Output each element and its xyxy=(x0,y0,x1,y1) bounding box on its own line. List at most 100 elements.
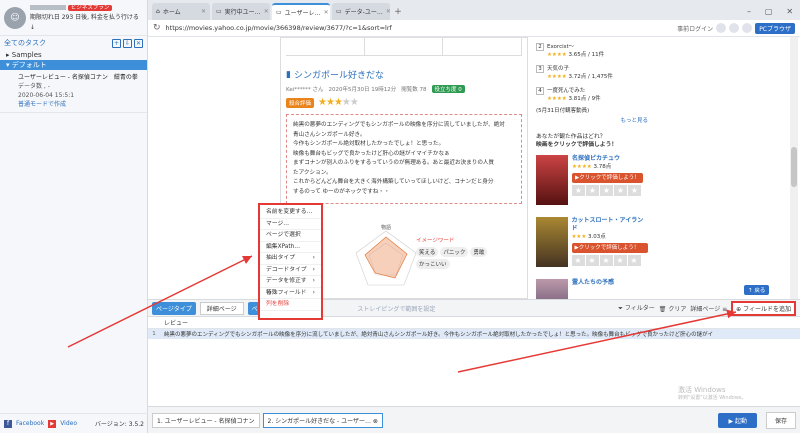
review-date: 2020年5月30日 19時12分 xyxy=(328,87,397,93)
rate-button[interactable]: ▶クリックで評価しよう！ xyxy=(572,173,643,183)
tab-user-review[interactable]: ▭ ユーザーレ… ✕ xyxy=(272,3,330,20)
task-date: 2020-06-04 15:5:1 xyxy=(18,92,75,99)
helpful-badge: 役立ち度 0 xyxy=(431,85,465,93)
sidebar-footer: f Facebook ▶ Video バージョン: 3.5.2 xyxy=(0,413,148,433)
movie-poster[interactable] xyxy=(536,155,568,205)
username-redacted xyxy=(29,4,66,10)
delete-icon[interactable]: ✕ xyxy=(134,38,143,48)
filter-icon: ⏷ xyxy=(618,305,623,312)
url-field[interactable]: https://movies.yahoo.co.jp/movie/366398/… xyxy=(166,24,673,32)
page-type-select[interactable]: 詳細ページ xyxy=(199,301,244,315)
keyword-chip: 勇敢 xyxy=(470,247,488,257)
import-icon[interactable]: ⇩ xyxy=(123,38,132,48)
keyword-chip: かっこいい xyxy=(416,259,450,269)
rank-item[interactable]: 3 天気の子 ★★★★ 3.72点 / 1,475件 xyxy=(536,65,648,81)
field-context-menu: 名前を変更する… マージ… ページで選択 編集XPath… 抽出タイプ › デコー… xyxy=(258,203,323,320)
maximize-icon[interactable]: ▢ xyxy=(765,7,773,16)
pc-browser-button[interactable]: PCブラウザ xyxy=(755,22,795,34)
table-row[interactable]: 1 純黒の悪夢のエンディングでもシンガポールの映像を序分に流していましたが、絶対… xyxy=(148,329,800,339)
task-sidebar: ☺ ビジネスプラン 期限切れ日 293 日後, 料金を払う行ける↓ 全てのタスク… xyxy=(0,0,148,433)
close-icon[interactable]: ✕ xyxy=(324,9,329,16)
rate-button[interactable]: ▶クリックで評価しよう！ xyxy=(571,243,648,253)
ranking-date-note: (5月31日付観客動員) xyxy=(536,108,590,114)
workflow-step-2[interactable]: 2. シンガポール好きだな - ユーザー… ⊗ xyxy=(262,412,383,428)
menu-edit-xpath[interactable]: 編集XPath… xyxy=(260,242,321,253)
trash-icon: 🗑 xyxy=(658,305,667,313)
reload-icon[interactable]: ↻ xyxy=(153,23,161,33)
minimize-icon[interactable]: – xyxy=(747,7,751,16)
data-toolbar: ページタイプ 詳細ページ ページタ ストレイピングで範囲を設定 ⏷ フィルター … xyxy=(148,299,800,317)
tab-home[interactable]: ⌂ ホーム ✕ xyxy=(152,3,210,20)
movie-poster[interactable] xyxy=(536,279,568,299)
tree-item-default[interactable]: ▾ デフォルト xyxy=(0,60,147,70)
menu-special-field[interactable]: 特殊フィールド › xyxy=(260,288,321,299)
menu-rename[interactable]: 名前を変更する… xyxy=(260,207,321,219)
movie-poster[interactable] xyxy=(536,217,568,267)
movie-card[interactable]: 名探偵ピカチュウ ★★★★ 3.78点 ▶クリックで評価しよう！ ★ ★ ★ ★ ★ xyxy=(536,155,648,211)
ranking-sidebar: 2 Exorcist～ ★★★★ 3.65点 / 11件 3 天気の子 ★★★★ 3.7… xyxy=(536,37,648,299)
keyword-heading: イメージワード xyxy=(416,238,455,244)
menu-extract-type[interactable]: 抽出タイプ › xyxy=(260,253,321,265)
menu-delete-column[interactable]: 列を削除 xyxy=(260,299,321,311)
close-icon[interactable]: ✕ xyxy=(264,8,269,15)
close-icon[interactable]: ✕ xyxy=(386,8,390,15)
block-icon[interactable] xyxy=(742,23,753,33)
facebook-link[interactable]: Facebook xyxy=(16,420,44,427)
review-icon: ▮ xyxy=(286,69,291,80)
rating-input[interactable]: ★ ★ ★ ★ ★ xyxy=(571,255,649,266)
windows-activation-watermark: 激活 Windows 转到"设置"以激活 Windows。 xyxy=(678,386,747,401)
web-page-view: ▮ シンガポール好きだな Kei****** さん 2020年5月30日 19時1… xyxy=(148,37,800,299)
task-item[interactable]: ユーザーレビュー - 名探偵コナン 紺青の拳 データ数 , - 2020-06-… xyxy=(0,70,147,113)
new-tab-button[interactable]: + xyxy=(392,3,404,20)
promo-line2: 映画をクリックで評価しよう！ xyxy=(536,142,618,148)
author[interactable]: Kei****** さん xyxy=(286,85,324,93)
bottom-bar: 1. ユーザーレビュー - 名探偵コナン 2. シンガポール好きだな - ユーザ… xyxy=(148,406,800,433)
keyword-chip: パニック xyxy=(440,247,469,257)
review-body[interactable]: 純黒の悪夢のエンディングでもシンガポールの映像を序分に流していましたが、絶対 青… xyxy=(286,114,522,204)
page-scrollbar[interactable] xyxy=(790,37,798,299)
add-field-button[interactable]: ⊕ フィールドを追加 xyxy=(731,300,796,316)
scroll-range-link[interactable]: ストレイピングで範囲を設定 xyxy=(357,304,435,313)
run-button[interactable]: ▶ 起動 xyxy=(718,412,757,428)
more-link[interactable]: もっと見る xyxy=(536,117,648,125)
globe-icon[interactable] xyxy=(716,23,727,33)
detail-page-button[interactable]: 詳細ページ ≡ xyxy=(690,304,727,313)
menu-decode-type[interactable]: デコードタイプ › xyxy=(260,265,321,276)
workflow-step-1[interactable]: 1. ユーザーレビュー - 名探偵コナン xyxy=(152,412,260,428)
close-window-icon[interactable]: ✕ xyxy=(786,7,793,16)
save-button[interactable]: 保存 xyxy=(765,411,796,429)
plan-badge[interactable]: ビジネスプラン xyxy=(67,4,113,11)
facebook-icon[interactable]: f xyxy=(4,419,12,428)
tab-running[interactable]: ▭ 実行中ユー… ✕ xyxy=(212,3,270,20)
video-link[interactable]: Video xyxy=(60,420,77,427)
menu-select-in-page[interactable]: ページで選択 xyxy=(260,230,321,242)
review-title[interactable]: シンガポール好きだな xyxy=(294,68,384,81)
chevron-right-icon: › xyxy=(312,255,315,261)
rank-item[interactable]: 2 Exorcist～ ★★★★ 3.65点 / 11件 xyxy=(536,43,648,59)
column-header-review[interactable]: レビュー xyxy=(160,318,188,327)
menu-fix-data[interactable]: データを修正する… › xyxy=(260,276,321,296)
tab-data[interactable]: ▭ データ-ユー… ✕ xyxy=(332,3,390,20)
page-icon: ▭ xyxy=(336,8,342,15)
video-icon[interactable]: ▶ xyxy=(48,419,57,428)
clear-button[interactable]: 🗑 クリア xyxy=(659,304,687,313)
page-type-tab[interactable]: ページタイプ xyxy=(152,301,196,315)
home-icon: ⌂ xyxy=(156,8,160,15)
menu-merge[interactable]: マージ… xyxy=(260,219,321,230)
rank-item[interactable]: 4 一度死んでみた ★★★★ 3.81点 / 9件 xyxy=(536,87,648,103)
task-mode-link[interactable]: 普通モードで作成 xyxy=(18,100,141,109)
movie-card[interactable]: 霊人たちの予感 xyxy=(536,279,648,299)
pre-login-button[interactable]: 事前ログイン xyxy=(677,24,713,33)
avatar[interactable]: ☺ xyxy=(4,6,26,29)
movie-card[interactable]: カットスロート・アイランド ★★★ 3.03点 ▶クリックで評価しよう！ ★ ★ ★… xyxy=(536,217,648,273)
filter-button[interactable]: ⏷ フィルター xyxy=(618,303,655,313)
plus-icon: ⊕ xyxy=(736,305,742,313)
back-to-top-button[interactable]: ↑ 戻る xyxy=(744,285,770,295)
rating-input[interactable]: ★ ★ ★ ★ ★ xyxy=(572,185,643,196)
close-icon[interactable]: ✕ xyxy=(201,8,206,15)
chevron-right-icon: › xyxy=(312,278,315,284)
tree-item-samples[interactable]: ▸ Samples xyxy=(0,50,147,60)
close-icon: ⊗ xyxy=(372,417,378,425)
new-task-icon[interactable]: + xyxy=(112,38,121,48)
cookie-icon[interactable] xyxy=(729,23,740,33)
